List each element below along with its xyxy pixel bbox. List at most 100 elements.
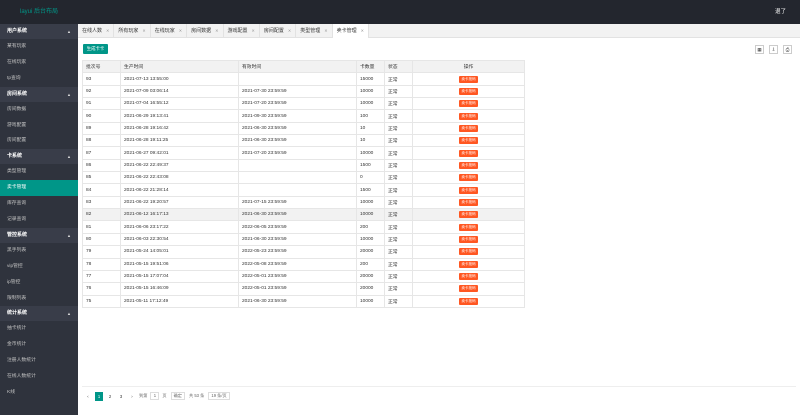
table-cell: 2021-05-24 14:05:01	[120, 245, 239, 259]
generate-cards-button[interactable]: 生成卡卡	[83, 44, 108, 54]
sell-card-button[interactable]: 卖卡批码	[459, 137, 478, 145]
close-icon[interactable]: ✕	[179, 24, 182, 38]
tab-3[interactable]: 房间数据 ✕	[187, 24, 224, 38]
close-icon[interactable]: ✕	[288, 24, 291, 38]
sell-card-button[interactable]: 卖卡批码	[459, 87, 478, 95]
sell-card-button[interactable]: 卖卡批码	[459, 285, 478, 293]
table-cell	[238, 158, 357, 173]
sidebar-item-0-0[interactable]: 某有玩家	[0, 39, 78, 55]
tab-label: 游戏配置	[227, 28, 248, 34]
export-icon[interactable]: ⇩	[769, 45, 778, 54]
next-page-button[interactable]: ›	[128, 392, 136, 401]
sell-card-button[interactable]: 卖卡批码	[459, 223, 478, 231]
sidebar-item-2-1[interactable]: 卖卡管理	[0, 180, 78, 197]
page-1-button[interactable]: 1	[95, 391, 103, 401]
table-cell: 正常	[384, 121, 413, 136]
sell-card-button[interactable]: 卖卡批码	[459, 235, 478, 243]
sidebar-item-4-4[interactable]: K线	[0, 385, 78, 401]
table-cell: 80	[82, 232, 121, 247]
sidebar-item-2-2[interactable]: 库存查询	[0, 196, 78, 212]
table-cell: 正常	[384, 134, 413, 148]
table-cell: 正常	[384, 72, 413, 86]
sell-card-button[interactable]: 卖卡批码	[459, 211, 478, 219]
sidebar-section-3[interactable]: 管控系统 ▲	[0, 227, 78, 243]
table-cell: 正常	[384, 97, 413, 111]
sidebar-section-title: 用户系统	[7, 28, 28, 34]
sell-card-button[interactable]: 卖卡批码	[459, 100, 478, 108]
table-cell: 20000	[356, 269, 385, 284]
sidebar-item-4-1[interactable]: 金币统计	[0, 337, 78, 353]
table-cell: 86	[82, 158, 121, 173]
sidebar-item-3-2[interactable]: ip管控	[0, 275, 78, 291]
close-icon[interactable]: ✕	[324, 24, 327, 38]
table-row: 86 2021-06-22 22:49:37 1500 正常 卖卡批码	[82, 158, 525, 173]
sidebar-item-4-2[interactable]: 注册人数统计	[0, 353, 78, 369]
close-icon[interactable]: ✕	[215, 24, 218, 38]
sidebar-item-3-1[interactable]: vip管控	[0, 259, 78, 275]
table-row: 90 2021-06-29 19:13:41 2021-09-30 23:59:59…	[82, 109, 525, 123]
sell-card-button[interactable]: 卖卡批码	[459, 198, 478, 206]
table-row: 76 2021-05-15 16:46:09 2022-05-01 23:59:59…	[82, 282, 525, 296]
pager-divider	[82, 386, 796, 387]
sidebar-section-0[interactable]: 用户系统 ▲	[0, 24, 78, 39]
table-cell: 200	[356, 257, 385, 271]
sidebar-item-4-0[interactable]: 抽卡统计	[0, 321, 78, 337]
sell-card-button[interactable]: 卖卡批码	[459, 186, 478, 194]
tab-1[interactable]: 所有玩家 ✕	[114, 24, 151, 38]
sidebar-section-1[interactable]: 房间系统 ▲	[0, 86, 78, 102]
table-row: 92 2021-07-09 03:06:14 2021-07-30 23:59:59…	[82, 84, 525, 99]
table-cell	[238, 183, 357, 197]
sell-card-button[interactable]: 卖卡批码	[459, 75, 478, 83]
columns-filter-icon[interactable]: ▦	[755, 45, 764, 54]
chevron-up-icon: ▲	[67, 232, 71, 238]
sidebar-item-2-3[interactable]: 记录查询	[0, 212, 78, 228]
tab-5[interactable]: 房间配置 ✕	[260, 24, 297, 38]
sell-card-button[interactable]: 卖卡批码	[459, 248, 478, 256]
sidebar-item-0-2[interactable]: tp查询	[0, 71, 78, 87]
table-cell: 88	[82, 134, 121, 148]
page-size-select[interactable]: 19 条/页	[208, 392, 230, 400]
print-icon[interactable]: ⎙	[783, 45, 792, 54]
table-row: 89 2021-06-28 19:16:42 2021-06-30 23:59:59…	[82, 121, 525, 136]
page-number-input[interactable]: 1	[150, 392, 160, 400]
sidebar-item-3-3[interactable]: 限制列表	[0, 291, 78, 307]
sell-card-button[interactable]: 卖卡批码	[459, 297, 478, 305]
sell-card-button[interactable]: 卖卡批码	[459, 161, 478, 169]
table-cell: 正常	[384, 257, 413, 271]
page-2-button[interactable]: 2	[106, 392, 114, 401]
sidebar-item-0-1[interactable]: 在线玩家	[0, 55, 78, 71]
table-cell: 10000	[356, 294, 385, 308]
tab-0[interactable]: 在线人数 ✕	[78, 24, 115, 38]
sell-card-button[interactable]: 卖卡批码	[459, 124, 478, 132]
table-cell: 2021-06-03 22:30:54	[120, 232, 239, 247]
sell-card-button[interactable]: 卖卡批码	[459, 260, 478, 268]
sidebar-item-1-2[interactable]: 房间配置	[0, 133, 78, 149]
page-3-button[interactable]: 3	[117, 392, 125, 401]
table-cell: 正常	[384, 109, 413, 123]
tab-4[interactable]: 游戏配置 ✕	[224, 24, 260, 38]
table-cell: 2022-05-08 23:59:59	[238, 257, 357, 271]
sidebar-item-2-0[interactable]: 类型管理	[0, 164, 78, 180]
tab-2[interactable]: 在线玩家 ✕	[151, 24, 188, 38]
sidebar-item-1-0[interactable]: 房间数据	[0, 102, 78, 118]
sidebar-section-4[interactable]: 统计系统 ▲	[0, 306, 78, 322]
sidebar-item-4-3[interactable]: 在线人数统计	[0, 369, 78, 385]
table-cell: 1500	[356, 183, 385, 197]
logout-link[interactable]: 退了	[775, 0, 786, 24]
sell-card-button[interactable]: 卖卡批码	[459, 112, 478, 120]
confirm-button[interactable]: 确定	[170, 392, 185, 400]
prev-page-button[interactable]: ‹	[84, 392, 92, 401]
close-icon[interactable]: ✕	[142, 24, 145, 38]
tab-6[interactable]: 类型管理 ✕	[296, 24, 333, 38]
sell-card-button[interactable]: 卖卡批码	[459, 149, 478, 157]
close-icon[interactable]: ✕	[361, 24, 364, 38]
close-icon[interactable]: ✕	[106, 24, 109, 38]
sidebar-item-1-1[interactable]: 游戏配置	[0, 118, 78, 134]
sell-card-button[interactable]: 卖卡批码	[459, 273, 478, 281]
tab-7[interactable]: 卖卡管理 ✕	[332, 24, 369, 38]
sidebar-item-3-0[interactable]: 黑手列表	[0, 243, 78, 259]
close-icon[interactable]: ✕	[252, 24, 255, 38]
sidebar-section-2[interactable]: 卡系统 ▲	[0, 149, 78, 165]
action-cell: 卖卡批码	[412, 282, 525, 296]
sell-card-button[interactable]: 卖卡批码	[459, 174, 478, 182]
